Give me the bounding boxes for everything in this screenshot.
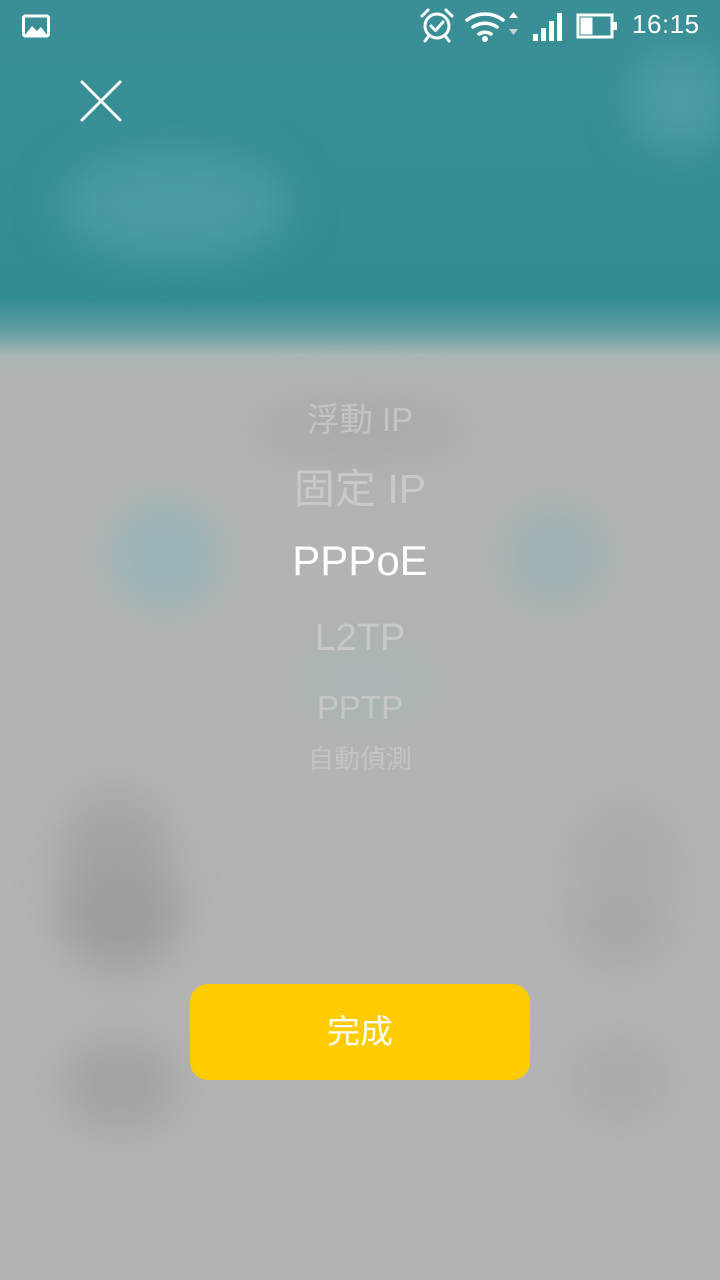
background-blur [60, 1040, 180, 1130]
wifi-icon [465, 12, 518, 42]
gallery-icon [22, 14, 50, 38]
connection-type-picker[interactable]: 浮動 IP 固定 IP PPPoE L2TP PPTP 自動偵測 [160, 385, 560, 785]
close-button[interactable] [72, 72, 130, 130]
background-blur [60, 860, 180, 970]
battery-icon [576, 13, 617, 39]
picker-option-pptp[interactable]: PPTP [160, 689, 560, 727]
picker-option-static-ip[interactable]: 固定 IP [160, 455, 560, 515]
background-blur [60, 150, 290, 260]
status-time: 16:15 [632, 9, 700, 39]
close-icon [80, 80, 122, 122]
connection-type-picker-screen: 16:15 浮動 IP 固定 IP PPPoE L2TP PPTP 自動偵測 完… [0, 0, 720, 1280]
picker-option-dynamic-ip[interactable]: 浮動 IP [160, 393, 560, 441]
picker-option-auto-detect[interactable]: 自動偵測 [160, 739, 560, 776]
background-blur [570, 880, 670, 970]
background-blur [630, 50, 720, 150]
status-bar: 16:15 [0, 0, 720, 52]
done-button[interactable]: 完成 [190, 984, 530, 1080]
picker-option-pppoe[interactable]: PPPoE [160, 537, 560, 585]
alarm-icon [420, 8, 454, 43]
picker-option-l2tp[interactable]: L2TP [160, 617, 560, 660]
signal-icon [533, 13, 562, 41]
background-blur [570, 1040, 670, 1120]
